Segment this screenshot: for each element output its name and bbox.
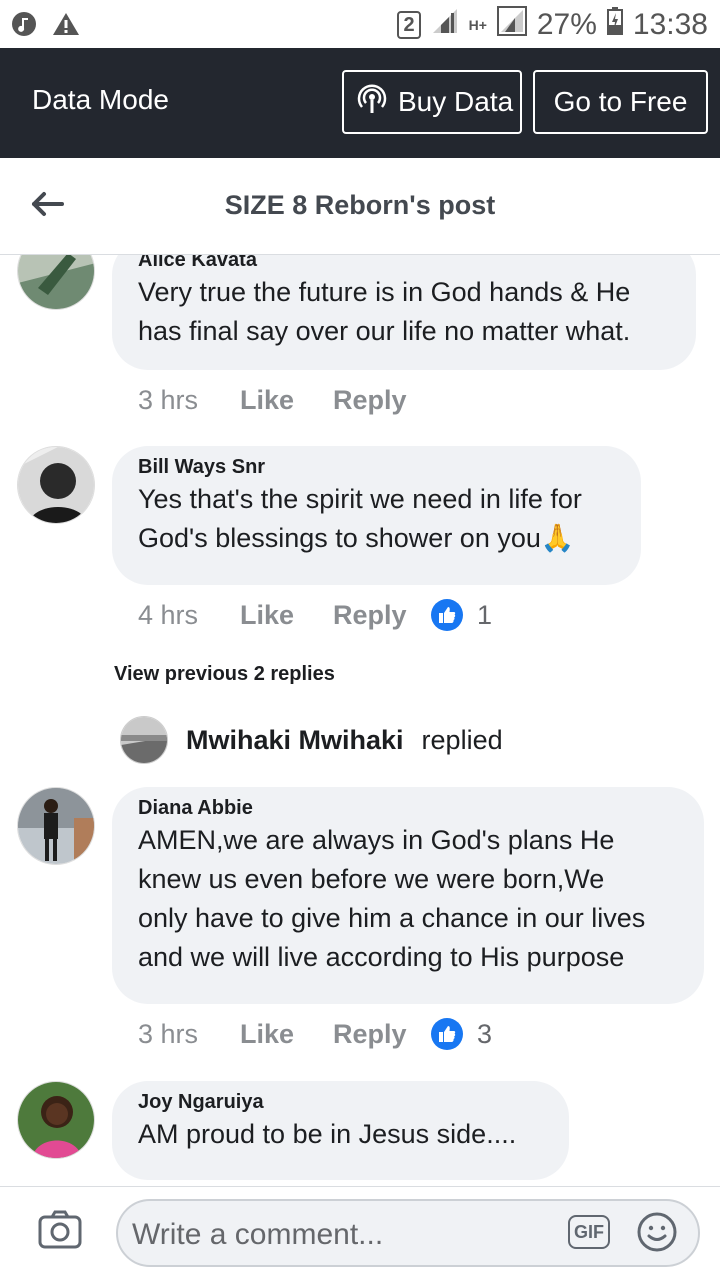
data-mode-label: Data Mode (32, 84, 169, 115)
avatar[interactable] (17, 255, 95, 310)
signal-icon (431, 7, 459, 43)
comment-text: AMEN,we are always in God's plans He kne… (138, 825, 646, 972)
reply-button[interactable]: Reply (333, 600, 431, 631)
reaction-number: 1 (477, 599, 493, 630)
warning-icon (52, 10, 80, 38)
emoji-icon[interactable] (636, 1211, 678, 1253)
buy-data-label: Buy Data (398, 86, 514, 117)
battery-icon (606, 7, 623, 43)
comment-actions: 4 hrs Like Reply 1 (138, 599, 492, 631)
broadcast-icon (356, 83, 388, 122)
reaction-count[interactable]: 3 (431, 1018, 492, 1050)
page-title: SIZE 8 Reborn's post (224, 190, 496, 220)
comment-author[interactable]: Diana Abbie (138, 795, 678, 821)
comment-placeholder: Write a comment... (132, 1218, 384, 1251)
status-bar: 2 H+ 27% 13:38 (0, 0, 720, 48)
comment-time[interactable]: 4 hrs (138, 600, 240, 631)
comment-bubble[interactable]: Alice Kavata Very true the future is in … (112, 255, 696, 370)
comment-text: Yes that's the spirit we need in life fo… (138, 484, 582, 553)
comment-bubble[interactable]: Diana Abbie AMEN,we are always in God's … (112, 787, 704, 1004)
view-previous-replies[interactable]: View previous 2 replies (114, 663, 335, 686)
thumbs-up-icon (431, 1018, 463, 1050)
comment-actions: 3 hrs Like Reply (138, 385, 431, 416)
replier-name[interactable]: Mwihaki Mwihaki (186, 725, 404, 756)
comment-text: AM proud to be in Jesus side.... (138, 1119, 517, 1149)
comment-author[interactable]: Alice Kavata (138, 255, 670, 273)
comment-author[interactable]: Joy Ngaruiya (138, 1089, 543, 1115)
like-button[interactable]: Like (240, 600, 333, 631)
network-type: H+ (468, 17, 487, 33)
reply-button[interactable]: Reply (333, 1019, 431, 1050)
praying-hands-emoji: 🙏 (540, 523, 575, 553)
camera-icon[interactable] (38, 1209, 82, 1253)
like-button[interactable]: Like (240, 1019, 333, 1050)
replied-label: replied (421, 724, 503, 755)
avatar[interactable] (17, 787, 95, 865)
comment-bubble[interactable]: Bill Ways Snr Yes that's the spirit we n… (112, 446, 641, 585)
comment-author[interactable]: Bill Ways Snr (138, 454, 615, 480)
comment-composer: Write a comment... GIF (0, 1186, 720, 1281)
clock: 13:38 (632, 8, 708, 41)
comment-input[interactable]: Write a comment... GIF (116, 1199, 700, 1267)
avatar[interactable] (17, 1081, 95, 1159)
comment-actions: 3 hrs Like Reply 3 (138, 1018, 492, 1050)
avatar (120, 716, 168, 764)
gif-button[interactable]: GIF (568, 1215, 610, 1249)
reaction-count[interactable]: 1 (431, 599, 492, 631)
reaction-number: 3 (477, 1018, 493, 1049)
avatar[interactable] (17, 446, 95, 524)
comment-bubble[interactable]: Joy Ngaruiya AM proud to be in Jesus sid… (112, 1081, 569, 1180)
comment-time[interactable]: 3 hrs (138, 1019, 240, 1050)
comments-list: Alice Kavata Very true the future is in … (0, 255, 720, 1185)
data-mode-bar: Data Mode Buy Data Go to Free (0, 48, 720, 158)
thumbs-up-icon (431, 599, 463, 631)
go-to-free-label: Go to Free (553, 86, 688, 117)
battery-percent: 27% (536, 8, 597, 41)
signal-icon-2 (496, 6, 527, 44)
reply-button[interactable]: Reply (333, 385, 431, 416)
go-to-free-button[interactable]: Go to Free (533, 70, 708, 134)
replied-row[interactable]: Mwihaki Mwihaki replied (120, 716, 503, 764)
sim-badge: 2 (397, 11, 421, 39)
like-button[interactable]: Like (240, 385, 333, 416)
music-note-icon (10, 10, 38, 38)
comment-text: Very true the future is in God hands & H… (138, 277, 631, 346)
comment-time[interactable]: 3 hrs (138, 385, 240, 416)
post-header: SIZE 8 Reborn's post (0, 158, 720, 255)
buy-data-button[interactable]: Buy Data (342, 70, 522, 134)
